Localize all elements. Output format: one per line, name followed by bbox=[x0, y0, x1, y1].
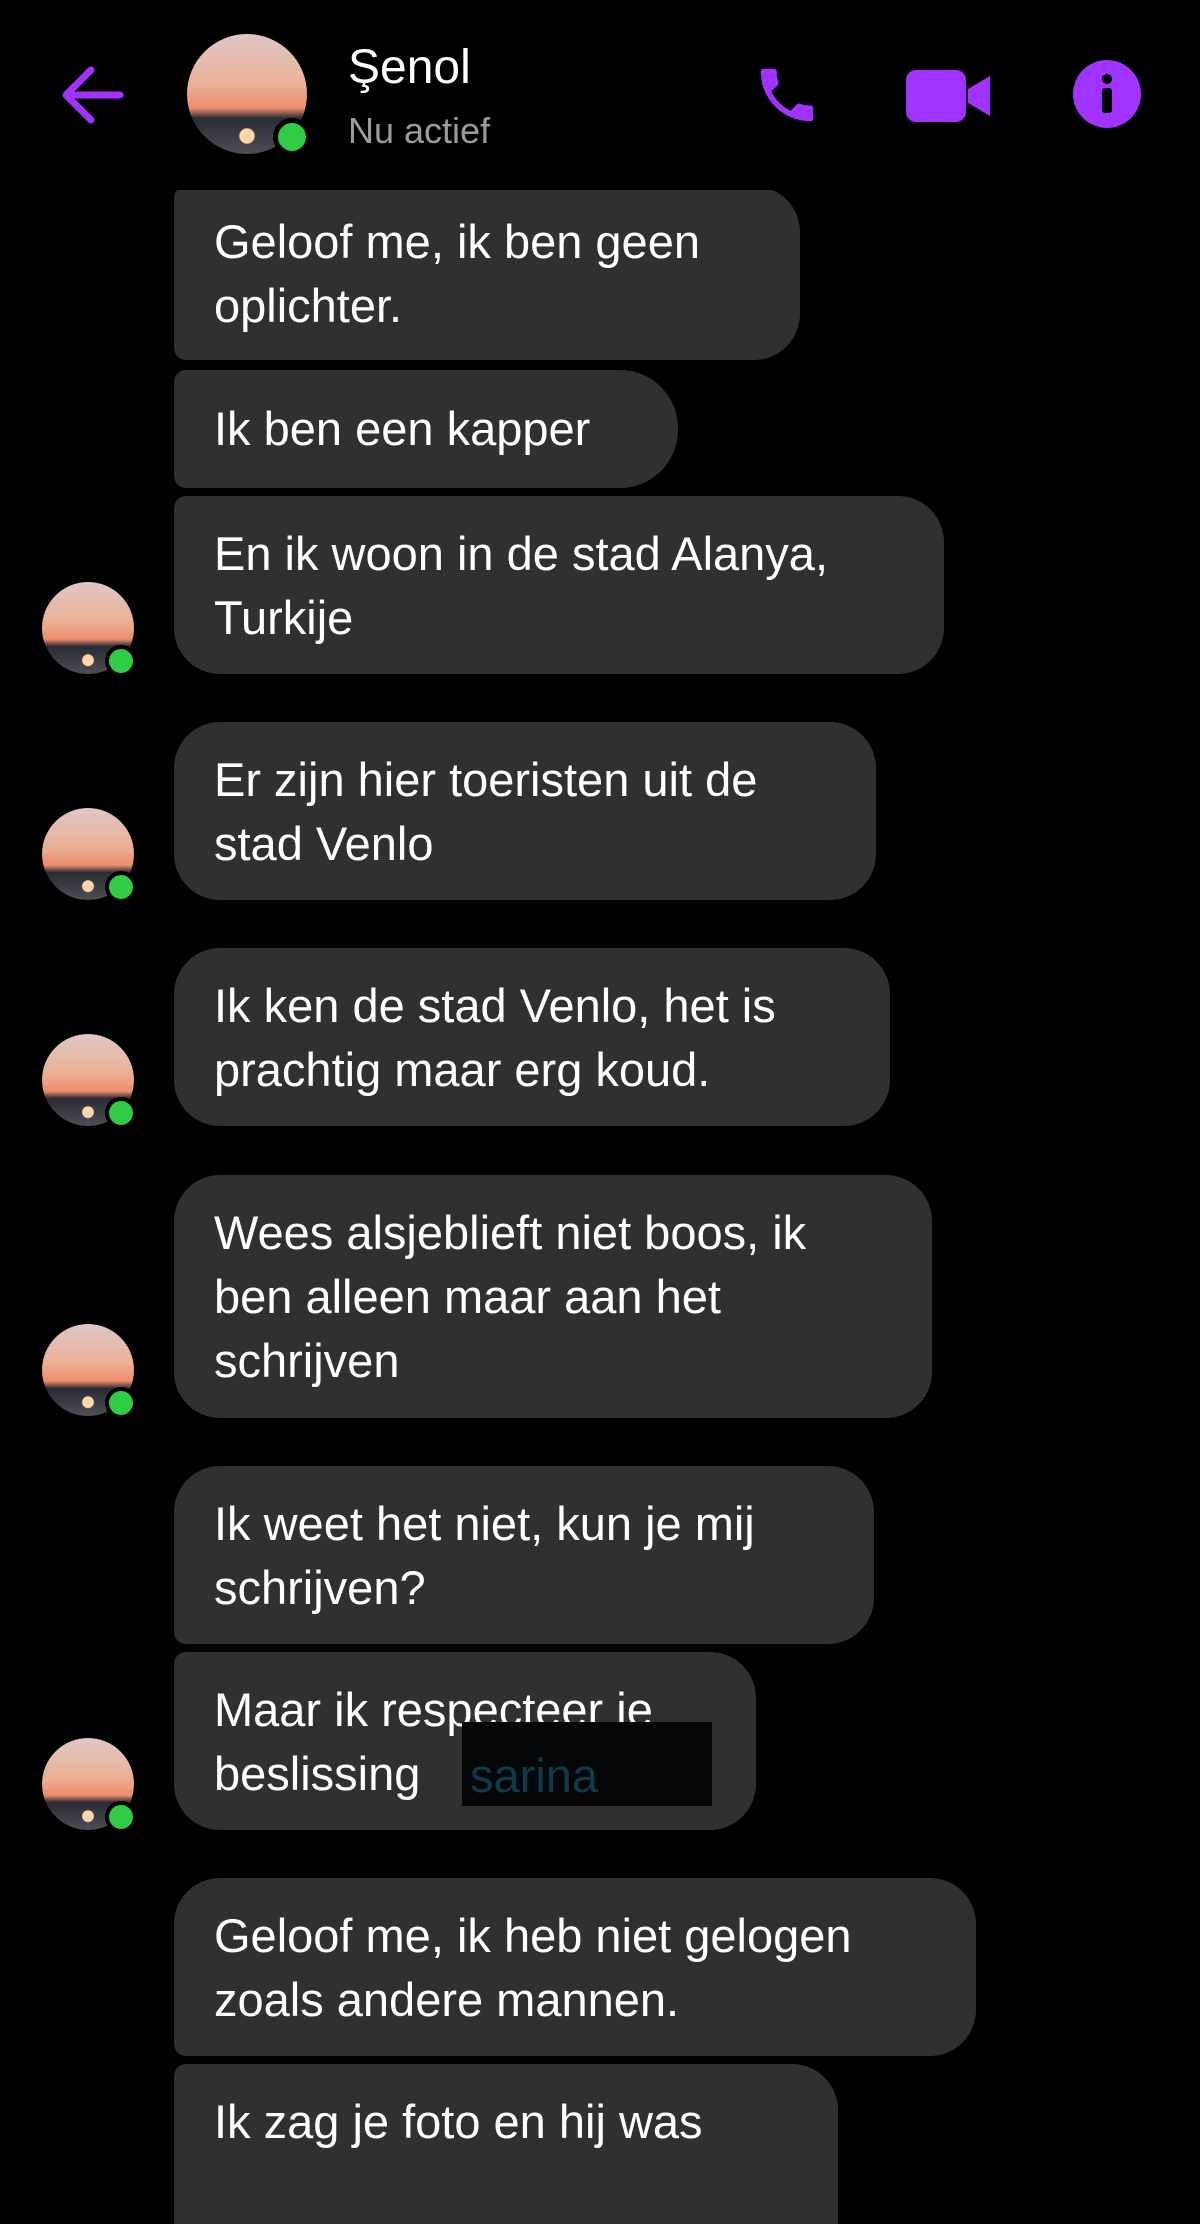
video-camera-icon[interactable] bbox=[906, 70, 990, 122]
message-bubble[interactable]: Ik zag je foto en hij was bbox=[174, 2064, 838, 2224]
online-status-dot bbox=[105, 1801, 137, 1833]
message-bubble[interactable]: Ik ken de stad Venlo, het is prachtig ma… bbox=[174, 948, 890, 1126]
online-status-dot bbox=[105, 871, 137, 903]
message-bubble[interactable]: Geloof me, ik ben geen oplichter. bbox=[174, 186, 800, 360]
active-status: Nu actief bbox=[348, 110, 491, 151]
back-arrow-icon[interactable] bbox=[58, 62, 128, 128]
message-bubble[interactable]: Ik weet het niet, kun je mij schrijven? bbox=[174, 1466, 874, 1644]
online-status-dot bbox=[273, 118, 311, 156]
info-icon[interactable] bbox=[1073, 60, 1141, 128]
conversation-header: Şenol Nu actief bbox=[0, 0, 1200, 190]
message-bubble[interactable]: Er zijn hier toeristen uit de stad Venlo bbox=[174, 722, 876, 900]
contact-name[interactable]: Şenol bbox=[348, 40, 471, 95]
phone-icon[interactable] bbox=[752, 60, 822, 130]
online-status-dot bbox=[105, 1097, 137, 1129]
message-bubble[interactable]: Wees alsjeblieft niet boos, ik ben allee… bbox=[174, 1175, 932, 1418]
online-status-dot bbox=[105, 645, 137, 677]
redacted-name: sarina bbox=[470, 1749, 599, 1802]
online-status-dot bbox=[105, 1387, 137, 1419]
message-bubble[interactable]: Geloof me, ik heb niet gelogen zoals and… bbox=[174, 1878, 976, 2056]
message-bubble[interactable]: En ik woon in de stad Alanya, Turkije bbox=[174, 496, 944, 674]
message-bubble[interactable]: Ik ben een kapper bbox=[174, 370, 678, 488]
